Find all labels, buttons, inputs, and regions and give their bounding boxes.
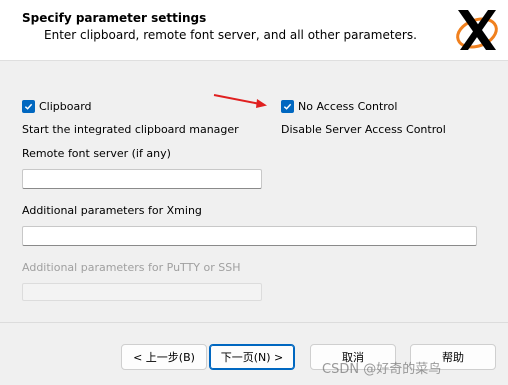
xming-params-label: Additional parameters for Xming bbox=[22, 204, 202, 217]
xming-params-input[interactable] bbox=[22, 226, 477, 246]
back-button[interactable]: < 上一步(B) bbox=[121, 344, 207, 370]
annotation-arrow-icon bbox=[213, 94, 267, 108]
putty-params-label: Additional parameters for PuTTY or SSH bbox=[22, 261, 241, 274]
next-button[interactable]: 下一页(N) > bbox=[209, 344, 295, 370]
font-server-label: Remote font server (if any) bbox=[22, 147, 171, 160]
footer-divider bbox=[0, 322, 508, 323]
no-access-control-label: No Access Control bbox=[298, 100, 398, 113]
checkbox-checked-icon bbox=[281, 100, 294, 113]
xming-x-logo-icon bbox=[456, 10, 498, 50]
no-access-control-checkbox[interactable]: No Access Control bbox=[281, 100, 397, 113]
page-title: Specify parameter settings bbox=[22, 11, 207, 25]
wizard-header: Specify parameter settings Enter clipboa… bbox=[0, 0, 508, 61]
checkbox-checked-icon bbox=[22, 100, 35, 113]
putty-params-input bbox=[22, 283, 262, 301]
csdn-watermark: CSDN @好奇的菜鸟 bbox=[322, 362, 442, 377]
clipboard-label: Clipboard bbox=[39, 100, 92, 113]
font-server-input[interactable] bbox=[22, 169, 262, 189]
clipboard-description: Start the integrated clipboard manager bbox=[22, 123, 239, 136]
no-access-control-description: Disable Server Access Control bbox=[281, 123, 446, 136]
clipboard-checkbox[interactable]: Clipboard bbox=[22, 100, 92, 113]
page-subtitle: Enter clipboard, remote font server, and… bbox=[44, 28, 417, 42]
